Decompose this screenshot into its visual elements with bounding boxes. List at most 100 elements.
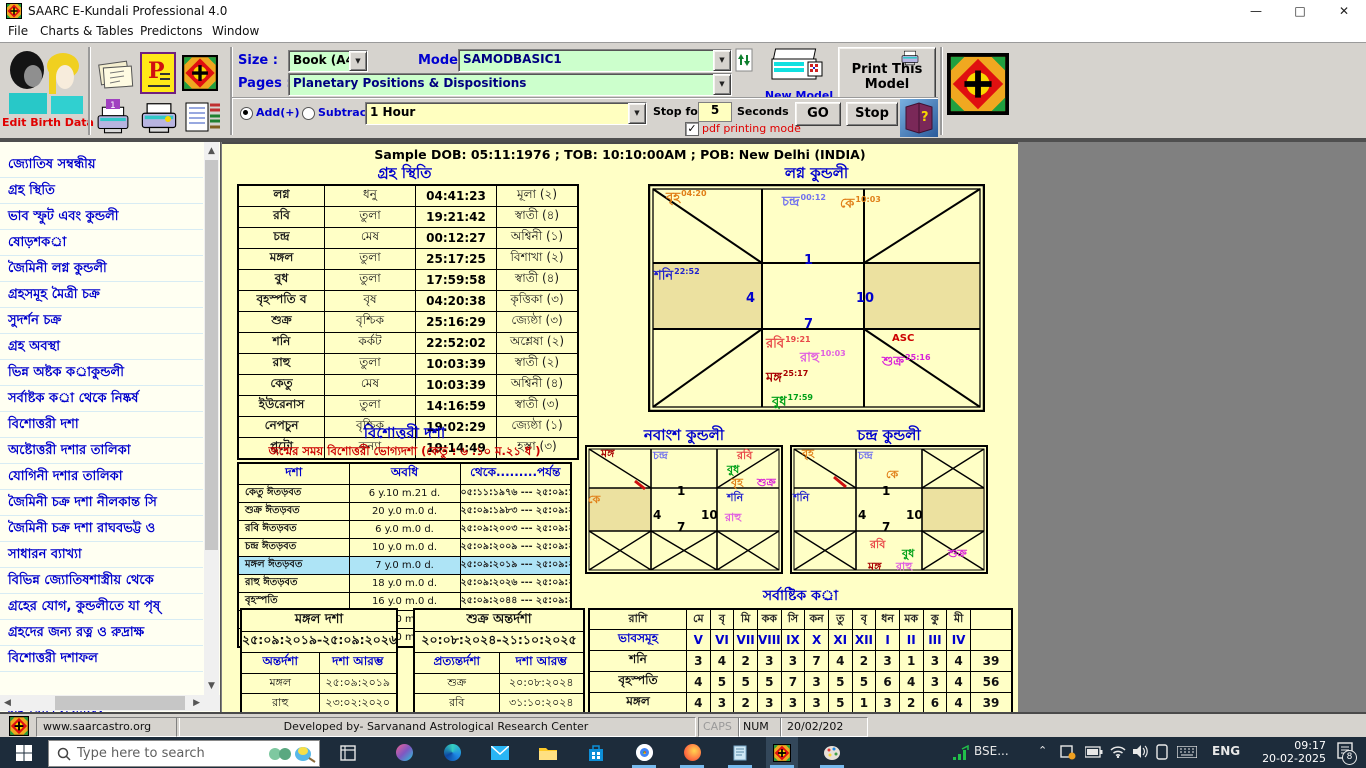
lagna-kundali-chart: 1 4 7 10 বৃহ04:20 চন্দ্র00:12 কে10:03 শন… — [648, 184, 985, 412]
menu-predictons[interactable]: Predictons — [140, 24, 203, 38]
scroll-down-icon[interactable]: ▼ — [204, 681, 219, 691]
dropdown-arrow-icon[interactable]: ▼ — [349, 51, 367, 71]
sidebar-item[interactable]: ভিন্ন অষ্টক কর্াকুন্ডলী — [0, 360, 203, 386]
sidebar-item[interactable]: ষোড়শকর্া — [0, 230, 203, 256]
close-button[interactable]: ✕ — [1322, 0, 1366, 22]
sidebar-vscrollbar[interactable]: ▲ ▼ — [204, 142, 219, 695]
taskbar-search[interactable]: Type here to search — [48, 740, 320, 767]
add-radio[interactable] — [240, 107, 253, 120]
table-cell: 10:03:39 — [416, 375, 497, 396]
chrome-icon[interactable] — [628, 737, 660, 768]
sidebar-item[interactable]: জৈমিনী লগ্ন কুন্ডলী — [0, 256, 203, 282]
table-cell: 5 — [852, 672, 876, 693]
sidebar-item[interactable]: যোগিনী দশার তালিকা — [0, 464, 203, 490]
stop-seconds-input[interactable]: 5 — [698, 102, 732, 122]
notepad-icon[interactable] — [724, 737, 756, 768]
print-icon[interactable] — [140, 99, 180, 137]
birth-data-faces-image[interactable] — [3, 46, 85, 114]
notification-center-icon[interactable]: 8 — [1336, 742, 1354, 764]
pages-dropdown[interactable]: Planetary Positions & Dispositions ▼ — [288, 73, 732, 96]
kundali-mandala-icon[interactable] — [182, 52, 218, 94]
dropdown-arrow-icon[interactable]: ▼ — [713, 50, 731, 71]
stock-ticker-label[interactable]: BSE... — [974, 744, 1009, 758]
sidebar-item[interactable]: গ্রহ অবস্থা — [0, 334, 203, 360]
house-number: 1 — [804, 254, 813, 267]
edge-icon[interactable] — [436, 737, 468, 768]
edit-birth-data-label[interactable]: Edit Birth Data — [2, 116, 94, 129]
language-indicator[interactable]: ENG — [1212, 744, 1240, 758]
sidebar-item[interactable]: সাধারন ব্যাখ্যা — [0, 542, 203, 568]
table-cell: 18 y.0 m.0 d. — [349, 575, 460, 593]
model-dropdown[interactable]: SAMODBASIC1 ▼ — [458, 49, 732, 72]
new-model-label[interactable]: New Model — [764, 89, 834, 102]
mail-icon[interactable] — [484, 737, 516, 768]
subtract-radio[interactable] — [302, 107, 315, 120]
file-explorer-icon[interactable] — [532, 737, 564, 768]
phone-link-icon[interactable] — [1156, 744, 1168, 760]
table-cell: রবি — [414, 694, 499, 714]
wifi-icon[interactable] — [1110, 745, 1126, 758]
scroll-up-icon[interactable]: ▲ — [204, 146, 219, 156]
table-cell: চন্দ্র ঈতড়বত — [238, 539, 349, 557]
task-view-icon[interactable] — [332, 737, 364, 768]
taskbar-clock[interactable]: 09:17 20-02-2025 — [1262, 739, 1326, 765]
p-document-icon[interactable]: P — [140, 52, 176, 94]
pdf-mode-checkbox[interactable]: ✓ — [685, 122, 699, 136]
scroll-right-icon[interactable]: ▶ — [193, 698, 200, 708]
table-cell — [971, 630, 1013, 651]
menu-file[interactable]: File — [8, 24, 28, 38]
title-bar: SAARC E-Kundali Professional 4.0 — □ ✕ — [0, 0, 1366, 22]
sidebar-item[interactable]: জ্যোতিষ সম্বন্ধীয় — [0, 152, 203, 178]
sidebar-item[interactable]: জৈমিনী চক্র দশা নীলকান্ত সি — [0, 490, 203, 516]
paint-icon[interactable] — [816, 737, 848, 768]
ekundali-taskbar-icon[interactable] — [766, 737, 798, 768]
rotation-lock-icon[interactable] — [1060, 745, 1076, 760]
website-panel[interactable]: www.saarcastro.org — [36, 717, 180, 737]
sidebar-item[interactable]: ভাব স্ফুট এবং কুন্ডলী — [0, 204, 203, 230]
hscroll-thumb[interactable] — [55, 696, 185, 710]
maximize-button[interactable]: □ — [1278, 0, 1322, 22]
sidebar-item[interactable]: গ্রহদের জন্য রত্ন ও রুদ্রাক্ষ — [0, 620, 203, 646]
menu-window[interactable]: Window — [212, 24, 259, 38]
sidebar-item[interactable]: জৈমিনী চক্র দশা রাঘবভট্ট ও — [0, 516, 203, 542]
menu-charts-tables[interactable]: Charts & Tables — [40, 24, 134, 38]
sidebar-hscrollbar[interactable]: ◀ ▶ — [0, 695, 204, 711]
sidebar-item[interactable]: গ্রহের যোগ, কুন্ডলীতে যা পৃষ্ — [0, 594, 203, 620]
sidebar-item[interactable]: বিশোত্তরী দশা — [0, 412, 203, 438]
sidebar-item[interactable]: বিশোত্তরী দশাফল — [0, 646, 203, 672]
pdf-mode-label[interactable]: pdf printing mode — [702, 122, 801, 135]
minimize-button[interactable]: — — [1234, 0, 1278, 22]
sidebar-item[interactable]: গ্রহসমূহ মৈত্রী চক্র — [0, 282, 203, 308]
firefox-icon[interactable] — [676, 737, 708, 768]
touch-keyboard-icon[interactable] — [1177, 746, 1197, 758]
sarvashtak-table: রাশিমেবৃমিককসিকনতুবৃধনমককুমীভাবসমূহVVIVI… — [588, 608, 1013, 714]
stock-ticker-icon[interactable] — [952, 745, 970, 761]
size-dropdown[interactable]: Book (A4) ▼ — [288, 50, 368, 72]
stop-button[interactable]: Stop — [846, 102, 898, 126]
refresh-model-icon[interactable] — [735, 48, 753, 72]
go-button[interactable]: GO — [795, 102, 841, 126]
new-model-icon[interactable] — [768, 47, 828, 89]
dropdown-arrow-icon[interactable]: ▼ — [628, 103, 646, 124]
dropdown-arrow-icon[interactable]: ▼ — [713, 74, 731, 95]
sidebar-item[interactable]: সুদর্শন চক্র — [0, 308, 203, 334]
sidebar-item[interactable]: অষ্টোত্তরী দশার তালিকা — [0, 438, 203, 464]
sidebar-item[interactable]: সর্বাষ্টক কর্া থেকে নিষ্কর্ষ — [0, 386, 203, 412]
volume-icon[interactable] — [1133, 745, 1148, 758]
vscroll-thumb[interactable] — [205, 160, 218, 550]
sidebar-item[interactable]: গ্রহ স্থিতি — [0, 178, 203, 204]
help-book-icon[interactable]: ? — [900, 99, 938, 137]
start-button[interactable] — [8, 737, 40, 768]
duration-dropdown[interactable]: 1 Hour ▼ — [365, 102, 647, 125]
print-multiple-icon[interactable] — [184, 99, 222, 137]
notes-icon[interactable] — [96, 55, 134, 91]
store-icon[interactable] — [580, 737, 612, 768]
tray-expand-icon[interactable]: ⌃ — [1038, 744, 1047, 757]
mangal-dasha-table: মঙ্গল দশা ২৫:০৯:২০১৯-২৫:০৯:২০২৬ অন্তর্দশ… — [240, 608, 398, 714]
add-label[interactable]: Add(+) — [256, 106, 300, 119]
sidebar-item[interactable]: বিভিন্ন জ্যোতিষশাস্ত্রীয় থেকে — [0, 568, 203, 594]
scroll-left-icon[interactable]: ◀ — [4, 698, 11, 708]
copilot-icon[interactable] — [388, 737, 420, 768]
print-one-icon[interactable]: 1 — [96, 99, 134, 137]
print-this-model-button[interactable]: Print This Model — [838, 47, 936, 99]
